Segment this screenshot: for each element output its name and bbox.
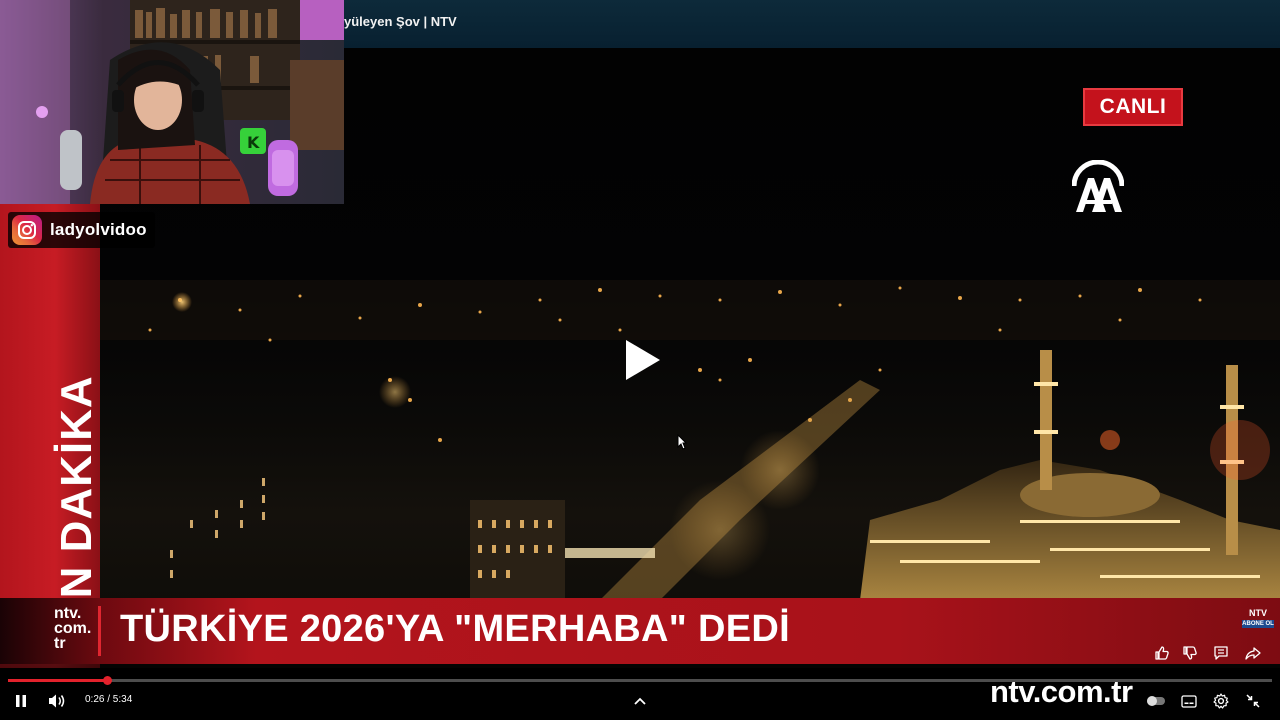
seek-bar-progress	[8, 679, 107, 682]
subtitles-icon	[1181, 694, 1197, 708]
ntv-watermark: ntv.com.tr	[990, 674, 1133, 709]
volume-icon	[49, 694, 65, 708]
instagram-handle: ladyolvidoo	[50, 220, 147, 239]
breaking-news-text: SON DAKİKA	[52, 375, 100, 664]
svg-text:K: K	[247, 133, 260, 152]
gear-icon	[1213, 693, 1229, 709]
pause-button[interactable]	[10, 690, 32, 712]
ntv-small-line: ntv.	[54, 605, 82, 622]
subscribe-badge: ABONE OL	[1242, 620, 1274, 628]
thumbs-down-icon	[1183, 646, 1197, 660]
live-badge: CANLI	[1083, 88, 1183, 126]
ntv-small-logo: ntv. com. tr	[54, 605, 92, 652]
lower-third-divider	[98, 606, 101, 656]
autoplay-toggle[interactable]	[1145, 692, 1167, 710]
exit-fullscreen-button[interactable]	[1243, 691, 1263, 711]
webcam-overlay: K	[0, 0, 344, 204]
ntv-corner-logo: NTV ABONE OL	[1242, 608, 1274, 628]
subtitles-button[interactable]	[1179, 691, 1199, 711]
chevron-up-icon	[634, 697, 646, 705]
instagram-tag: ladyolvidoo	[8, 212, 155, 248]
comment-icon	[1214, 646, 1228, 660]
expand-button[interactable]	[630, 691, 650, 711]
share-button[interactable]	[1243, 643, 1263, 663]
ntv-small-line: tr	[54, 635, 66, 652]
ntv-small-line: com.	[54, 620, 92, 637]
comment-button[interactable]	[1211, 643, 1231, 663]
video-title[interactable]: yüleyen Şov | NTV	[344, 14, 457, 29]
mouse-cursor-icon	[677, 434, 687, 450]
instagram-icon	[12, 215, 42, 245]
play-icon[interactable]	[620, 336, 664, 384]
pause-icon	[16, 695, 26, 707]
volume-button[interactable]	[46, 690, 68, 712]
aa-logo-icon	[1072, 160, 1124, 212]
ntv-corner-text: NTV	[1249, 608, 1267, 618]
streamer-webcam-image: K	[0, 0, 344, 204]
time-display: 0:26 / 5:34	[85, 694, 133, 705]
dislike-button[interactable]	[1180, 643, 1200, 663]
news-headline: TÜRKİYE 2026'YA "MERHABA" DEDİ	[120, 608, 790, 650]
thumbs-up-icon	[1155, 646, 1169, 660]
toggle-icon	[1147, 696, 1165, 706]
settings-button[interactable]	[1211, 691, 1231, 711]
seek-bar-handle[interactable]	[102, 676, 112, 685]
share-icon	[1245, 647, 1261, 660]
like-button[interactable]	[1152, 643, 1172, 663]
exit-fullscreen-icon	[1246, 694, 1260, 708]
